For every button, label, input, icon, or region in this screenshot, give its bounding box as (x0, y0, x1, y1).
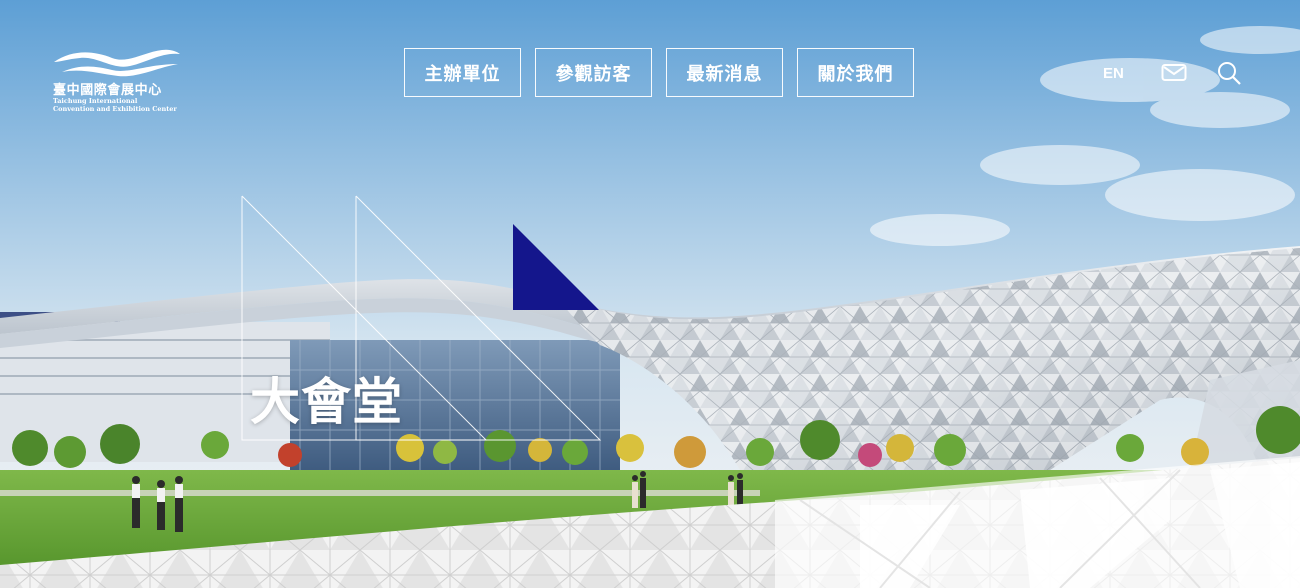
logo-name-en-line1: Taichung International (53, 97, 138, 105)
page-title: 大會堂 (250, 373, 403, 431)
logo-name-en-line2: Convention and Exhibition Center (53, 105, 177, 113)
nav-item-news[interactable]: 最新消息 (666, 48, 783, 97)
main-nav: 主辦單位 參觀訪客 最新消息 關於我們 (404, 48, 914, 97)
nav-item-visitors[interactable]: 參觀訪客 (535, 48, 652, 97)
nav-item-organizers[interactable]: 主辦單位 (404, 48, 521, 97)
site-logo[interactable]: 臺中國際會展中心 Taichung International Conventi… (52, 46, 192, 118)
logo-name-cn: 臺中國際會展中心 (53, 83, 162, 98)
language-switch[interactable]: EN (1103, 60, 1124, 86)
logo-wave-icon (54, 49, 180, 77)
hero-banner: 臺中國際會展中心 Taichung International Conventi… (0, 0, 1300, 588)
envelope-icon[interactable] (1161, 60, 1187, 86)
accent-triangle (513, 224, 599, 310)
search-icon[interactable] (1216, 60, 1242, 86)
nav-item-about[interactable]: 關於我們 (797, 48, 914, 97)
